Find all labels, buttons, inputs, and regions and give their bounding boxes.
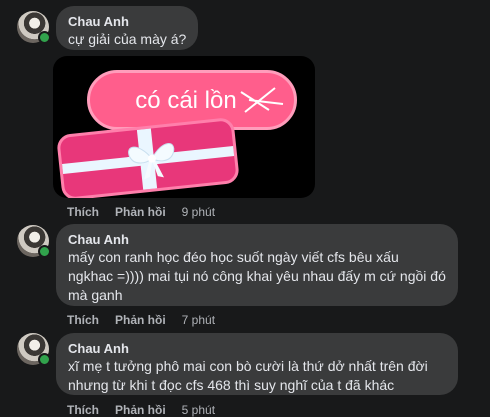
comment-bubble: Chau Anh xĩ mẹ t tưởng phô mai con bò cư… [56,333,458,395]
comment-text: xĩ mẹ t tưởng phô mai con bò cười là thứ… [68,358,428,393]
gift-box [56,116,240,198]
scribble-icon [240,87,284,113]
comment-timestamp[interactable]: 5 phút [182,403,215,417]
comment-author[interactable]: Chau Anh [68,341,446,357]
reply-button[interactable]: Phản hồi [115,313,166,327]
comment-timestamp[interactable]: 7 phút [182,313,215,327]
comment-author[interactable]: Chau Anh [68,14,186,30]
like-button[interactable]: Thích [67,403,99,417]
comment-actions: Thích Phản hồi 9 phút [67,205,215,219]
comment-text: mấy con ranh học đéo học suốt ngày viết … [68,249,446,303]
comment-bubble: Chau Anh cự giải của mày á? [56,6,199,50]
online-status-icon [38,31,51,44]
online-status-icon [38,245,51,258]
avatar[interactable] [17,333,51,366]
avatar[interactable] [17,225,51,258]
comment-text: cự giải của mày á? [68,31,187,47]
like-button[interactable]: Thích [67,205,99,219]
reply-button[interactable]: Phản hồi [115,403,166,417]
avatar[interactable] [17,11,51,44]
comment-actions: Thích Phản hồi 5 phút [67,403,215,417]
like-button[interactable]: Thích [67,313,99,327]
gift-sticker[interactable]: có cái lồn [53,56,315,198]
online-status-icon [38,353,51,366]
reply-button[interactable]: Phản hồi [115,205,166,219]
comment-actions: Thích Phản hồi 7 phút [67,313,215,327]
comment-timestamp[interactable]: 9 phút [182,205,215,219]
bow-icon [128,143,175,180]
comment-bubble: Chau Anh mấy con ranh học đéo học suốt n… [56,224,458,306]
comment-author[interactable]: Chau Anh [68,232,446,248]
